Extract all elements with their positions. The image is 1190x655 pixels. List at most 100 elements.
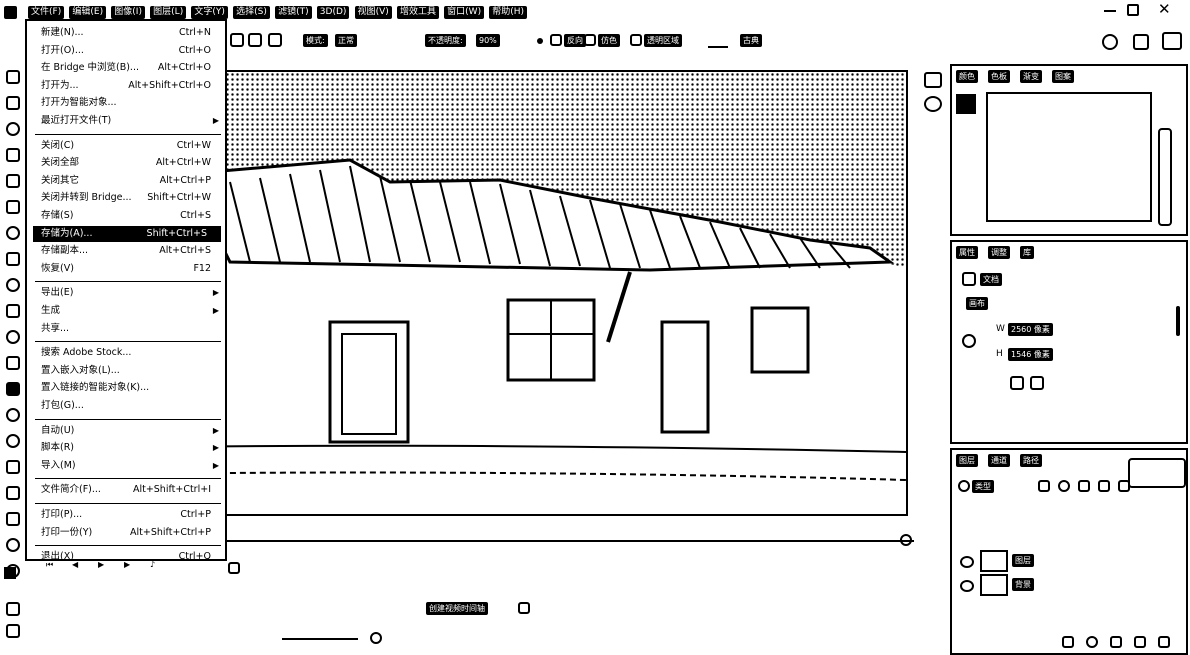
quick-select-icon[interactable] (6, 148, 20, 162)
menu-edit[interactable]: 编辑(E) (69, 6, 107, 19)
transparency-checkbox[interactable] (630, 34, 642, 46)
file-menu-item[interactable]: 打印(P)... Ctrl+P (41, 507, 225, 523)
crop-tool-icon[interactable] (6, 174, 20, 188)
adjust-filter-icon[interactable] (1058, 480, 1070, 492)
tab-adjustments[interactable]: 调整 (988, 246, 1010, 259)
lasso-tool-icon[interactable] (6, 122, 20, 136)
file-menu-item[interactable]: 打开为智能对象... (41, 95, 225, 111)
screen-mode-icon[interactable] (6, 624, 20, 638)
layer-name-background[interactable]: 背景 (1012, 578, 1034, 591)
layer-visibility-icon[interactable] (960, 556, 974, 568)
tab-properties[interactable]: 属性 (956, 246, 978, 259)
mode-dropdown[interactable]: 正常 (335, 34, 357, 47)
timeline-mode-dropdown-icon[interactable] (518, 602, 530, 614)
file-menu-item[interactable]: 搜索 Adobe Stock... (41, 345, 225, 361)
menu-3d[interactable]: 3D(D) (316, 6, 350, 19)
move-tool-icon[interactable] (6, 70, 20, 84)
tab-layers[interactable]: 图层 (956, 454, 978, 467)
eyedropper-icon[interactable] (6, 226, 20, 240)
zoom-in-icon[interactable] (370, 632, 382, 644)
landscape-icon[interactable] (1030, 376, 1044, 390)
file-menu-item[interactable]: 打包(G)... (41, 398, 225, 414)
type-filter-icon[interactable] (1078, 480, 1090, 492)
history-brush-icon[interactable] (6, 330, 20, 344)
file-menu-item[interactable]: 恢复(V) F12 (41, 261, 225, 277)
menu-file[interactable]: 文件(F) (28, 6, 65, 19)
file-menu-item[interactable]: 关闭(C) Ctrl+W (41, 138, 225, 154)
minimize-icon[interactable] (1104, 10, 1116, 12)
foreground-color-swatch[interactable] (4, 567, 16, 579)
file-menu-item[interactable]: 打开(O)... Ctrl+O (41, 43, 225, 59)
file-menu-item[interactable]: 关闭其它 Alt+Ctrl+P (41, 173, 225, 189)
menu-layer[interactable]: 图层(L) (150, 6, 187, 19)
new-group-icon[interactable] (1110, 636, 1122, 648)
create-video-timeline-button[interactable]: 创建视频时间轴 (426, 602, 488, 615)
delete-layer-icon[interactable] (1158, 636, 1170, 648)
new-layer-icon[interactable] (1134, 636, 1146, 648)
file-menu-item[interactable]: 文件简介(F)... Alt+Shift+Ctrl+I (41, 482, 225, 498)
file-menu-item[interactable]: 存储副本... Alt+Ctrl+S (41, 243, 225, 259)
tab-swatches[interactable]: 色板 (988, 70, 1010, 83)
tab-color[interactable]: 颜色 (956, 70, 978, 83)
menu-plugins[interactable]: 增效工具 (396, 6, 439, 19)
timeline-menu-icon[interactable] (900, 534, 912, 546)
path-select-icon[interactable] (6, 512, 20, 526)
tab-channels[interactable]: 通道 (988, 454, 1010, 467)
add-mask-icon[interactable] (1086, 636, 1098, 648)
file-menu-item[interactable]: 置入链接的智能对象(K)... (41, 380, 225, 396)
layer-name-1[interactable]: 图层 (1012, 554, 1034, 567)
align-icon[interactable] (708, 34, 728, 48)
share-icon[interactable] (1162, 32, 1182, 50)
layer-kind-dropdown[interactable]: 类型 (972, 480, 994, 493)
file-menu-item[interactable]: 导入(M) ▶ (41, 458, 225, 474)
file-menu-item[interactable]: 打印一份(Y) Alt+Shift+Ctrl+P (41, 525, 225, 541)
zoom-slider[interactable] (282, 638, 358, 640)
gradient-angle-icon[interactable] (268, 33, 282, 47)
hue-slider[interactable] (1158, 128, 1172, 226)
menu-window[interactable]: 窗口(W) (444, 6, 485, 19)
menu-type[interactable]: 文字(Y) (191, 6, 228, 19)
file-menu-item[interactable]: 生成 ▶ (41, 303, 225, 319)
tab-gradients[interactable]: 渐变 (1020, 70, 1042, 83)
comments-panel-icon[interactable] (924, 96, 942, 112)
menu-filter[interactable]: 滤镜(T) (275, 6, 312, 19)
background-visibility-icon[interactable] (960, 580, 974, 592)
file-menu-item[interactable]: 在 Bridge 中浏览(B)... Alt+Ctrl+O (41, 60, 225, 76)
width-input[interactable]: 2560 像素 (1008, 323, 1053, 336)
restore-icon[interactable] (1127, 4, 1139, 16)
search-icon[interactable] (1102, 34, 1118, 50)
hand-tool-icon[interactable] (6, 538, 20, 552)
pixel-filter-icon[interactable] (1038, 480, 1050, 492)
foreground-swatch[interactable] (956, 94, 976, 114)
workspace-icon[interactable] (1133, 34, 1149, 50)
link-icon[interactable] (962, 334, 976, 348)
brush-tool-icon[interactable] (6, 278, 20, 292)
quick-mask-icon[interactable] (6, 602, 20, 616)
shape-filter-icon[interactable] (1098, 480, 1110, 492)
pen-tool-icon[interactable] (6, 460, 20, 474)
menu-view[interactable]: 视图(V) (354, 6, 392, 19)
file-menu-item[interactable]: 存储(S) Ctrl+S (41, 208, 225, 224)
filter-search-icon[interactable] (958, 480, 970, 492)
tab-paths[interactable]: 路径 (1020, 454, 1042, 467)
style-dropdown[interactable]: 古典 (740, 34, 762, 47)
stamp-tool-icon[interactable] (6, 304, 20, 318)
frame-tool-icon[interactable] (6, 200, 20, 214)
opacity-input[interactable]: 90% (476, 34, 500, 47)
file-menu-item[interactable]: 置入嵌入对象(L)... (41, 363, 225, 379)
file-menu-item[interactable]: 退出(X) Ctrl+Q (41, 549, 225, 565)
gradient-tool-icon[interactable] (6, 382, 20, 396)
type-tool-icon[interactable] (6, 486, 20, 500)
history-panel-icon[interactable] (924, 72, 942, 88)
file-menu-item[interactable]: 脚本(R) ▶ (41, 440, 225, 456)
gradient-radial-icon[interactable] (248, 33, 262, 47)
tab-patterns[interactable]: 图案 (1052, 70, 1074, 83)
healing-brush-icon[interactable] (6, 252, 20, 266)
add-style-icon[interactable] (1062, 636, 1074, 648)
blur-tool-icon[interactable] (6, 408, 20, 422)
dodge-tool-icon[interactable] (6, 434, 20, 448)
file-menu-item[interactable]: 存储为(A)... Shift+Ctrl+S (33, 225, 221, 242)
file-menu-item[interactable]: 关闭并转到 Bridge... Shift+Ctrl+W (41, 190, 225, 206)
height-input[interactable]: 1546 像素 (1008, 348, 1053, 361)
file-menu-item[interactable]: 自动(U) ▶ (41, 423, 225, 439)
